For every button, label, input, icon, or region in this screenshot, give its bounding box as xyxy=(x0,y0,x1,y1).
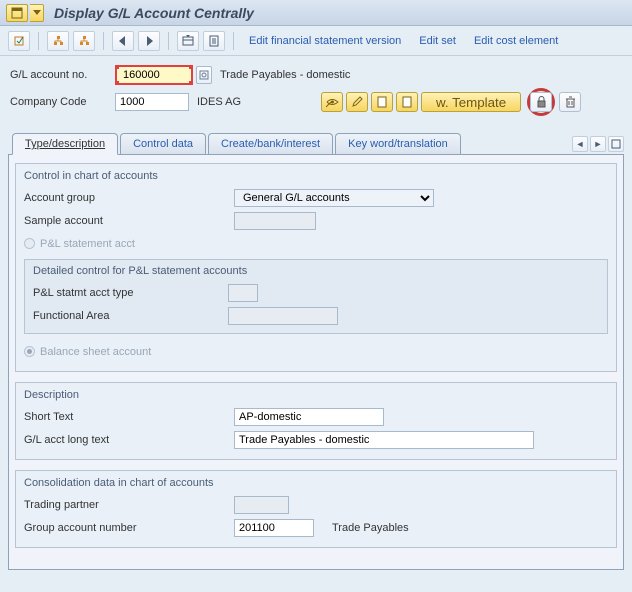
list-icon[interactable] xyxy=(203,31,225,51)
gl-account-input-wrap xyxy=(115,65,193,85)
titlebar: Display G/L Account Centrally xyxy=(0,0,632,26)
pl-type-label: P&L statmt acct type xyxy=(33,287,228,299)
balance-sheet-label: Balance sheet account xyxy=(40,346,151,358)
func-area-label: Functional Area xyxy=(33,310,228,322)
pl-statement-radio xyxy=(24,238,35,249)
next-icon[interactable] xyxy=(138,31,160,51)
hierarchy-back-icon[interactable] xyxy=(47,31,69,51)
separator xyxy=(168,32,169,50)
with-template-button[interactable]: w. Template xyxy=(421,92,521,112)
trading-partner-label: Trading partner xyxy=(24,499,234,511)
f4-help-icon[interactable] xyxy=(196,66,212,84)
gl-account-desc: Trade Payables - domestic xyxy=(220,69,350,81)
app-toolbar: Edit financial statement version Edit se… xyxy=(0,26,632,56)
tab-container: Type/description Control data Create/ban… xyxy=(0,122,632,570)
separator xyxy=(38,32,39,50)
layout-icon[interactable] xyxy=(177,31,199,51)
balance-sheet-radio xyxy=(24,346,35,357)
group-account-label: Group account number xyxy=(24,522,234,534)
tab-control-data[interactable]: Control data xyxy=(120,133,206,154)
group-description: Description Short Text G/L acct long tex… xyxy=(15,382,617,460)
delete-icon[interactable] xyxy=(559,92,581,112)
short-text-label: Short Text xyxy=(24,411,234,423)
account-group-label: Account group xyxy=(24,192,234,204)
separator xyxy=(103,32,104,50)
create-mode-icon[interactable] xyxy=(371,92,393,112)
group-account-input[interactable] xyxy=(234,519,314,537)
tab-scroll-left-icon[interactable]: ◄ xyxy=(572,136,588,152)
menu-icon[interactable] xyxy=(6,4,28,22)
pl-statement-label: P&L statement acct xyxy=(40,238,135,250)
tab-keyword-translation[interactable]: Key word/translation xyxy=(335,133,461,154)
lock-highlight xyxy=(527,88,555,116)
tab-create-bank-interest[interactable]: Create/bank/interest xyxy=(208,133,333,154)
sample-account-input[interactable] xyxy=(234,212,316,230)
display-mode-icon[interactable] xyxy=(321,92,343,112)
hierarchy-fwd-icon[interactable] xyxy=(73,31,95,51)
link-edit-cost-elem[interactable]: Edit cost element xyxy=(467,32,565,50)
tab-scroll-right-icon[interactable]: ► xyxy=(590,136,606,152)
prev-icon[interactable] xyxy=(112,31,134,51)
group-title: Control in chart of accounts xyxy=(24,168,608,186)
gl-account-label: G/L account no. xyxy=(10,69,115,81)
group-title: Description xyxy=(24,387,608,405)
sample-account-label: Sample account xyxy=(24,215,234,227)
header-area: G/L account no. Trade Payables - domesti… xyxy=(0,56,632,122)
link-edit-set[interactable]: Edit set xyxy=(412,32,463,50)
pl-type-input[interactable] xyxy=(228,284,258,302)
company-code-label: Company Code xyxy=(10,96,115,108)
company-code-desc: IDES AG xyxy=(197,96,241,108)
inner-pl-detail: Detailed control for P&L statement accou… xyxy=(24,259,608,334)
long-text-input[interactable] xyxy=(234,431,534,449)
group-consolidation: Consolidation data in chart of accounts … xyxy=(15,470,617,548)
trading-partner-input[interactable] xyxy=(234,496,289,514)
toolbar-btn-1[interactable] xyxy=(8,31,30,51)
create-ref-icon[interactable] xyxy=(396,92,418,112)
page-title: Display G/L Account Centrally xyxy=(54,5,254,21)
change-mode-icon[interactable] xyxy=(346,92,368,112)
account-group-select[interactable]: General G/L accounts xyxy=(234,189,434,207)
group-control-coa: Control in chart of accounts Account gro… xyxy=(15,163,617,372)
link-edit-fsv[interactable]: Edit financial statement version xyxy=(242,32,408,50)
tab-list-icon[interactable] xyxy=(608,136,624,152)
tab-body: Control in chart of accounts Account gro… xyxy=(8,155,624,570)
company-code-input[interactable] xyxy=(115,93,189,111)
inner-title: Detailed control for P&L statement accou… xyxy=(33,263,599,281)
tab-type-description[interactable]: Type/description xyxy=(12,133,118,155)
menu-dropdown-icon[interactable] xyxy=(30,4,44,22)
func-area-input[interactable] xyxy=(228,307,338,325)
lock-icon[interactable] xyxy=(530,92,552,112)
group-account-desc: Trade Payables xyxy=(332,522,409,534)
gl-account-input[interactable] xyxy=(123,69,173,81)
long-text-label: G/L acct long text xyxy=(24,434,234,446)
short-text-input[interactable] xyxy=(234,408,384,426)
group-title: Consolidation data in chart of accounts xyxy=(24,475,608,493)
separator xyxy=(233,32,234,50)
